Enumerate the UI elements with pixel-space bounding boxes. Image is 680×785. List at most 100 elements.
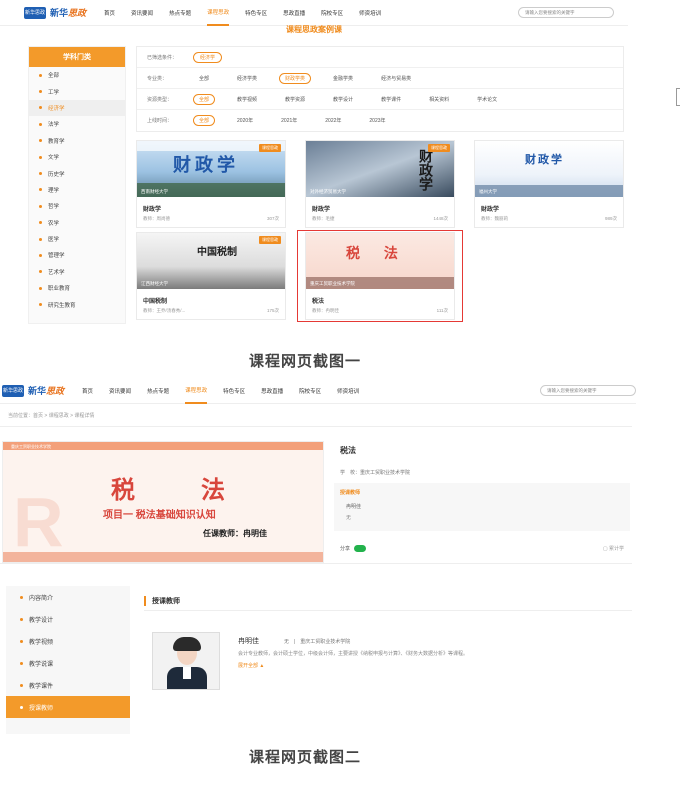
nav-item-live[interactable]: 思政直播 bbox=[283, 1, 305, 25]
sidebar-item-teacher[interactable]: 授课教师 bbox=[6, 696, 130, 718]
bullet-icon bbox=[39, 204, 42, 208]
filter-chip[interactable]: 2023年 bbox=[363, 115, 391, 126]
nav-item-training[interactable]: 师资培训 bbox=[337, 379, 359, 403]
filter-chip[interactable]: 经济与贸易类 bbox=[375, 73, 417, 84]
sidebar-item[interactable]: 研究生教育 bbox=[29, 296, 125, 312]
nav-item-course-politics[interactable]: 课程思政 bbox=[207, 0, 230, 26]
sidebar-item[interactable]: 职业教育 bbox=[29, 280, 125, 296]
nav-item-topics[interactable]: 热点专题 bbox=[169, 1, 191, 25]
site-logo[interactable]: 新华思政 新华思政 bbox=[2, 384, 64, 397]
bullet-icon bbox=[39, 303, 42, 307]
selected-filter-chip[interactable]: 经济学 bbox=[193, 51, 223, 63]
sidebar-item[interactable]: 农学 bbox=[29, 215, 125, 231]
course-badge: 课程思政 bbox=[259, 236, 281, 244]
bullet-icon bbox=[39, 122, 42, 126]
filter-chip[interactable]: 2021年 bbox=[275, 115, 303, 126]
site-logo[interactable]: 新华思政 新华思政 bbox=[24, 6, 86, 19]
course-thumbnail: 中国税制 江西财经大学 课程思政 bbox=[137, 233, 285, 289]
filter-chip[interactable]: 教学视频 bbox=[231, 94, 263, 105]
filter-chip-selected[interactable]: 财政学类 bbox=[279, 72, 312, 84]
filter-chip-selected[interactable]: 全部 bbox=[193, 93, 216, 105]
filter-chip[interactable]: 相关资料 bbox=[423, 94, 455, 105]
sidebar-item[interactable]: 全部 bbox=[29, 67, 125, 83]
course-card[interactable]: 财政学 福州大学 财政学 教师：魏丽莉 989次 bbox=[474, 140, 624, 228]
filter-chip[interactable]: 教学课件 bbox=[375, 94, 407, 105]
course-badge: 课程思政 bbox=[428, 144, 450, 152]
teacher-summary: 授课教师 冉明佳 无 bbox=[334, 483, 630, 531]
caption-one: 课程网页截图一 bbox=[248, 353, 361, 370]
search-input[interactable]: 请输入您要搜索的关键字 bbox=[540, 385, 636, 396]
sidebar-item[interactable]: 哲学 bbox=[29, 198, 125, 214]
filter-panel: 已筛选条件： 经济学 专业类： 全部 经济学类 财政学类 金融学类 经济与贸易类… bbox=[136, 46, 624, 132]
nav-item-topics[interactable]: 热点专题 bbox=[147, 379, 169, 403]
card-title: 财政学 bbox=[481, 207, 500, 213]
teacher-description: 会计专业教师，会计硕士学位，中级会计师，主要讲授《纳税申报与计算》、《财务大数据… bbox=[238, 651, 469, 657]
nav-item-home[interactable]: 首页 bbox=[82, 379, 93, 403]
course-card[interactable]: 中国税制 江西财经大学 课程思政 中国税制 教师：王乔/汤春秀/... 175次 bbox=[136, 232, 286, 320]
sidebar-item[interactable]: 历史学 bbox=[29, 165, 125, 181]
nav-item-news[interactable]: 资讯要闻 bbox=[131, 1, 153, 25]
course-thumbnail: 财政学 福州大学 bbox=[475, 141, 623, 197]
bullet-icon bbox=[39, 237, 42, 241]
teacher-heading: 授课教师 bbox=[340, 490, 361, 496]
card-view-count: 1448次 bbox=[433, 216, 448, 221]
filter-chip[interactable]: 全部 bbox=[193, 73, 215, 84]
nav-item-home[interactable]: 首页 bbox=[104, 1, 115, 25]
bullet-icon bbox=[39, 90, 42, 94]
nav-item-special[interactable]: 特色专区 bbox=[245, 1, 267, 25]
sidebar-item[interactable]: 医学 bbox=[29, 231, 125, 247]
teacher-affiliation: 无 | 重庆工贸职业技术学院 bbox=[284, 639, 351, 645]
card-teacher: 教师：魏丽莉 bbox=[481, 216, 508, 221]
detail-sidebar: 内容简介 教学设计 教学视频 教学说课 教学课件 授课教师 bbox=[6, 586, 130, 734]
nav-item-schools[interactable]: 院校专区 bbox=[299, 379, 321, 403]
card-view-count: 989次 bbox=[604, 216, 617, 221]
sidebar-item[interactable]: 管理学 bbox=[29, 247, 125, 263]
course-card[interactable]: 财政学 西南财经大学 课程思政 财政学 教师：周尚德 307次 bbox=[136, 140, 286, 228]
filter-chip[interactable]: 教学资源 bbox=[279, 94, 311, 105]
filter-chip[interactable]: 教学设计 bbox=[327, 94, 359, 105]
filter-chip[interactable]: 学术论文 bbox=[471, 94, 503, 105]
filter-chip[interactable]: 2020年 bbox=[231, 115, 259, 126]
bullet-icon bbox=[20, 683, 23, 687]
filter-label: 已筛选条件： bbox=[147, 54, 178, 61]
sidebar-item-slides[interactable]: 教学课件 bbox=[6, 674, 130, 696]
sidebar-item[interactable]: 理学 bbox=[29, 182, 125, 198]
search-input[interactable]: 请输入您要搜索的关键字 bbox=[518, 7, 614, 18]
sidebar-item-intro[interactable]: 内容简介 bbox=[6, 586, 130, 608]
sidebar-item-active[interactable]: 经济学 bbox=[29, 99, 125, 117]
bullet-icon bbox=[39, 172, 42, 176]
filter-chip[interactable]: 经济学类 bbox=[231, 73, 263, 84]
highlight-box bbox=[297, 230, 463, 322]
sidebar-item[interactable]: 法学 bbox=[29, 116, 125, 132]
sidebar-item[interactable]: 教育学 bbox=[29, 133, 125, 149]
nav-item-training[interactable]: 师资培训 bbox=[359, 1, 381, 25]
chevron-up-icon: ▲ bbox=[259, 663, 265, 669]
sidebar-item[interactable]: 艺术学 bbox=[29, 264, 125, 280]
card-teacher: 教师：毛捷 bbox=[312, 216, 335, 221]
expand-link[interactable]: 展开全部 ▲ bbox=[238, 662, 264, 669]
sidebar-item[interactable]: 文学 bbox=[29, 149, 125, 165]
filter-chip[interactable]: 2022年 bbox=[319, 115, 347, 126]
nav-item-live[interactable]: 思政直播 bbox=[261, 379, 283, 403]
filter-label: 上线时间： bbox=[147, 118, 173, 124]
wechat-icon[interactable] bbox=[354, 545, 367, 552]
card-view-count: 307次 bbox=[266, 216, 279, 221]
course-cover: 重庆工贸职业技术学院 R 税 法 项目一 税法基础知识认知 任课教师：冉明佳 bbox=[2, 441, 324, 563]
filter-chip[interactable]: 金融学类 bbox=[327, 73, 359, 84]
course-card[interactable]: 财政学 对外经济贸易大学 课程思政 财政学 教师：毛捷 1448次 bbox=[305, 140, 455, 228]
filter-chip-selected[interactable]: 全部 bbox=[193, 115, 216, 126]
nav-item-news[interactable]: 资讯要闻 bbox=[109, 379, 131, 403]
sidebar-item-design[interactable]: 教学设计 bbox=[6, 608, 130, 630]
sidebar-item[interactable]: 工学 bbox=[29, 83, 125, 99]
bullet-icon bbox=[39, 73, 42, 77]
avatar bbox=[152, 632, 220, 690]
bullet-icon bbox=[39, 139, 42, 143]
sidebar-item-talk[interactable]: 教学说课 bbox=[6, 652, 130, 674]
sidebar-item-video[interactable]: 教学视频 bbox=[6, 630, 130, 652]
share-row: 分享 bbox=[340, 545, 367, 552]
bullet-icon bbox=[39, 188, 42, 192]
nav-item-course-politics[interactable]: 课程思政 bbox=[185, 378, 208, 404]
nav-item-special[interactable]: 特色专区 bbox=[223, 379, 245, 403]
nav-item-schools[interactable]: 院校专区 bbox=[321, 1, 343, 25]
discipline-sidebar: 学科门类 全部 工学 经济学 法学 教育学 文学 历史学 理学 哲学 农学 医学… bbox=[28, 46, 126, 324]
